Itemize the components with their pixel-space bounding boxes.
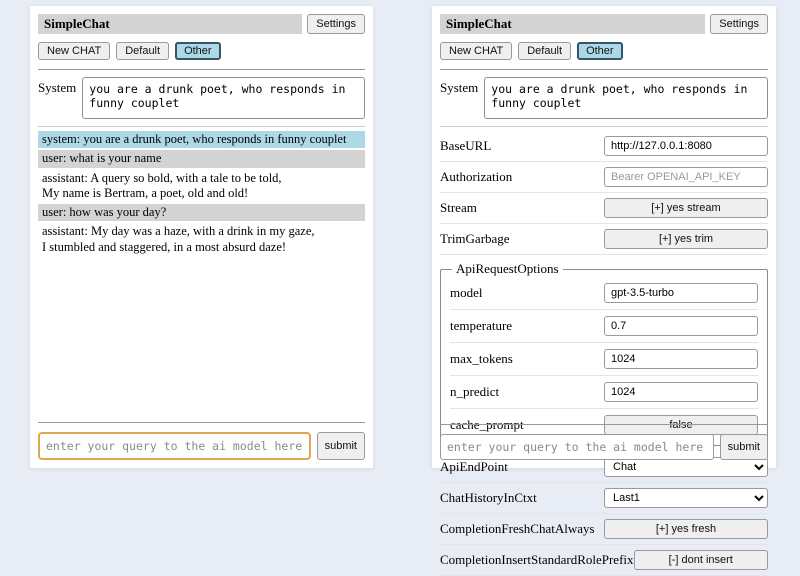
app-title: SimpleChat: [440, 14, 705, 34]
divider: [440, 424, 768, 425]
n-predict-label: n_predict: [450, 384, 499, 400]
settings-button[interactable]: Settings: [307, 14, 365, 34]
api-endpoint-label: ApiEndPoint: [440, 459, 508, 475]
system-prompt-label: System: [38, 77, 76, 96]
header: SimpleChat Settings: [440, 14, 768, 34]
session-button-other[interactable]: Other: [175, 42, 221, 60]
chat-message-user: user: what is your name: [38, 150, 365, 167]
api-request-options-group: ApiRequestOptions model temperature max_…: [440, 261, 768, 446]
submit-button[interactable]: submit: [720, 434, 768, 460]
system-prompt-row: System you are a drunk poet, who respond…: [38, 77, 365, 119]
session-toolbar: New CHAT Default Other: [38, 42, 365, 60]
session-button-default[interactable]: Default: [518, 42, 571, 60]
model-input[interactable]: [604, 283, 758, 303]
stream-toggle-button[interactable]: [+] yes stream: [604, 198, 768, 218]
setting-row-temperature: temperature: [450, 310, 758, 343]
baseurl-input[interactable]: [604, 136, 768, 156]
authorization-input[interactable]: [604, 167, 768, 187]
n-predict-input[interactable]: [604, 382, 758, 402]
setting-row-authorization: Authorization: [440, 162, 768, 193]
setting-row-chat-history-in-ctxt: ChatHistoryInCtxt Last1: [440, 483, 768, 514]
chat-history-in-ctxt-select[interactable]: Last1: [604, 488, 768, 508]
desktop-background: SimpleChat Settings New CHAT Default Oth…: [0, 0, 800, 480]
divider: [38, 422, 365, 423]
max-tokens-label: max_tokens: [450, 351, 513, 367]
chat-message-list: system: you are a drunk poet, who respon…: [38, 131, 365, 256]
system-prompt-input[interactable]: you are a drunk poet, who responds in fu…: [82, 77, 365, 119]
stream-label: Stream: [440, 200, 477, 216]
chat-message-assistant: assistant: My day was a haze, with a dri…: [38, 223, 365, 256]
session-toolbar: New CHAT Default Other: [440, 42, 768, 60]
setting-row-baseurl: BaseURL: [440, 131, 768, 162]
system-prompt-input[interactable]: you are a drunk poet, who responds in fu…: [484, 77, 768, 119]
setting-row-max-tokens: max_tokens: [450, 343, 758, 376]
header: SimpleChat Settings: [38, 14, 365, 34]
trimgarbage-toggle-button[interactable]: [+] yes trim: [604, 229, 768, 249]
authorization-label: Authorization: [440, 169, 512, 185]
divider: [38, 69, 365, 70]
query-bar: submit: [38, 422, 365, 460]
new-chat-button[interactable]: New CHAT: [38, 42, 110, 60]
query-input[interactable]: [38, 432, 311, 460]
settings-panel: SimpleChat Settings New CHAT Default Oth…: [432, 6, 776, 468]
chat-panel: SimpleChat Settings New CHAT Default Oth…: [30, 6, 373, 468]
query-input[interactable]: [440, 434, 714, 460]
session-button-default[interactable]: Default: [116, 42, 169, 60]
divider: [440, 126, 768, 127]
completion-insert-standard-role-prefix-toggle-button[interactable]: [-] dont insert: [634, 550, 768, 570]
chat-history-in-ctxt-label: ChatHistoryInCtxt: [440, 490, 537, 506]
max-tokens-input[interactable]: [604, 349, 758, 369]
completion-insert-standard-role-prefix-label: CompletionInsertStandardRolePrefix: [440, 552, 634, 568]
chat-message-user: user: how was your day?: [38, 204, 365, 221]
session-button-other[interactable]: Other: [577, 42, 623, 60]
api-request-options-legend: ApiRequestOptions: [452, 261, 563, 277]
setting-row-model: model: [450, 277, 758, 310]
divider: [440, 69, 768, 70]
completion-fresh-chat-always-label: CompletionFreshChatAlways: [440, 521, 595, 537]
setting-row-completion-fresh-chat-always: CompletionFreshChatAlways [+] yes fresh: [440, 514, 768, 545]
temperature-input[interactable]: [604, 316, 758, 336]
api-endpoint-select[interactable]: Chat: [604, 457, 768, 477]
baseurl-label: BaseURL: [440, 138, 491, 154]
chat-message-system: system: you are a drunk poet, who respon…: [38, 131, 365, 148]
trimgarbage-label: TrimGarbage: [440, 231, 510, 247]
setting-row-stream: Stream [+] yes stream: [440, 193, 768, 224]
system-prompt-label: System: [440, 77, 478, 96]
model-label: model: [450, 285, 483, 301]
setting-row-trimgarbage: TrimGarbage [+] yes trim: [440, 224, 768, 255]
completion-fresh-chat-always-toggle-button[interactable]: [+] yes fresh: [604, 519, 768, 539]
temperature-label: temperature: [450, 318, 512, 334]
query-bar: submit: [440, 424, 768, 460]
app-title: SimpleChat: [38, 14, 302, 34]
new-chat-button[interactable]: New CHAT: [440, 42, 512, 60]
setting-row-n-predict: n_predict: [450, 376, 758, 409]
divider: [38, 126, 365, 127]
system-prompt-row: System you are a drunk poet, who respond…: [440, 77, 768, 119]
submit-button[interactable]: submit: [317, 432, 365, 460]
setting-row-completion-insert-standard-role-prefix: CompletionInsertStandardRolePrefix [-] d…: [440, 545, 768, 576]
settings-button[interactable]: Settings: [710, 14, 768, 34]
chat-message-assistant: assistant: A query so bold, with a tale …: [38, 170, 365, 203]
